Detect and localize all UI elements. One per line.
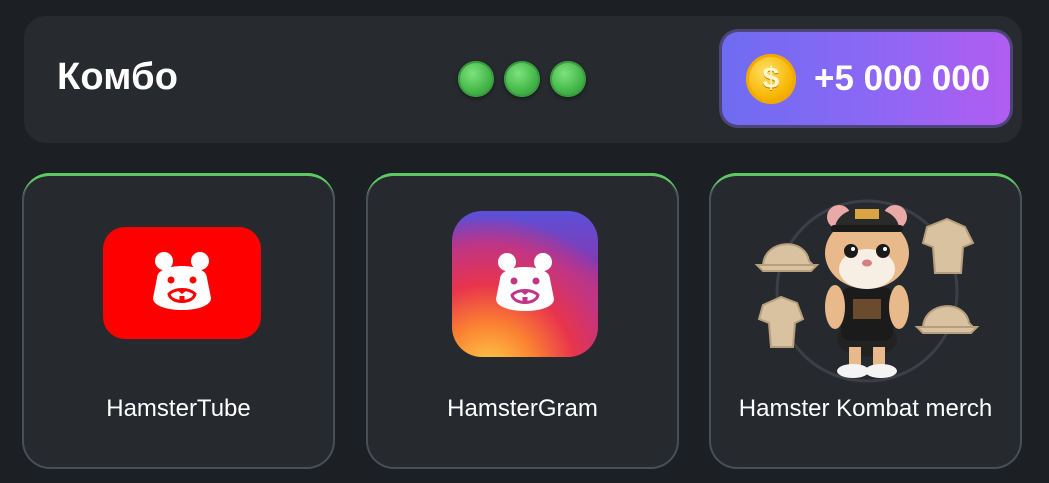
hamster-merch-image-icon <box>754 199 980 383</box>
card-label: HamsterTube <box>106 395 251 422</box>
combo-card-merch[interactable]: Hamster Kombat merch <box>709 173 1022 469</box>
combo-dot-2 <box>504 61 540 97</box>
combo-card-hamstergram[interactable]: HamsterGram <box>366 173 679 469</box>
combo-dot-1 <box>458 61 494 97</box>
combo-reward-badge: $ +5 000 000 <box>722 32 1010 125</box>
card-label: Hamster Kombat merch <box>738 395 993 422</box>
hamstergram-logo-icon <box>452 211 598 357</box>
combo-card-hamstertube[interactable]: HamsterTube <box>22 173 335 469</box>
hamstertube-logo-icon <box>103 227 261 339</box>
coin-symbol: $ <box>762 62 780 95</box>
combo-progress-dots <box>458 61 586 97</box>
reward-amount: +5 000 000 <box>814 59 991 98</box>
card-label: HamsterGram <box>447 395 598 422</box>
combo-title: Комбо <box>57 56 179 98</box>
coin-icon: $ <box>746 54 796 104</box>
combo-header: Комбо $ +5 000 000 <box>24 16 1022 143</box>
combo-dot-3 <box>550 61 586 97</box>
hamster-face-icon <box>153 252 211 310</box>
hamster-face-icon <box>496 253 554 311</box>
